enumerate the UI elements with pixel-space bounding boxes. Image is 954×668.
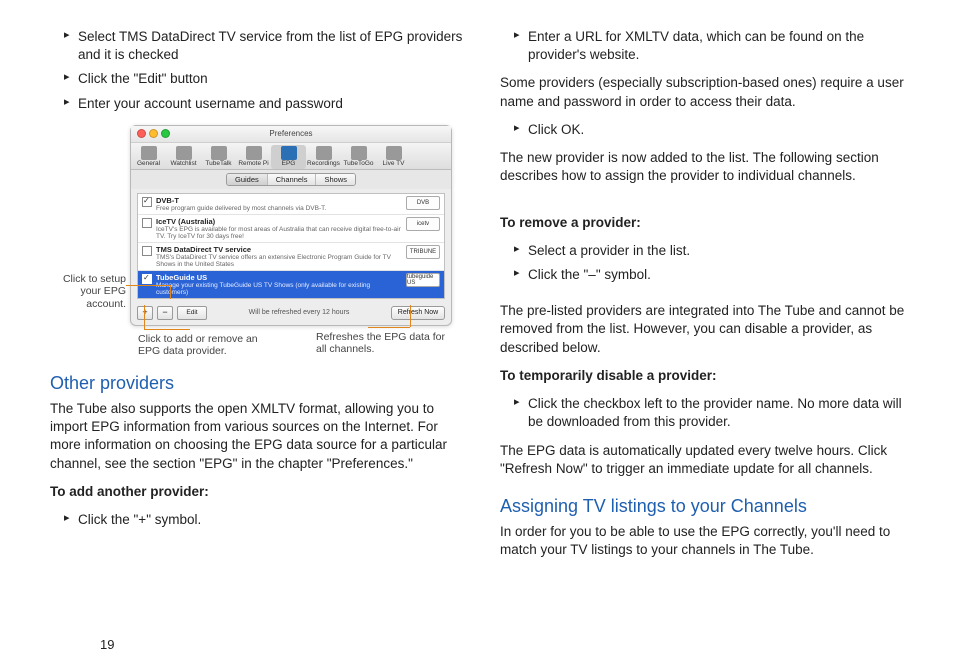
other-providers-body: The Tube also supports the open XMLTV fo…: [50, 400, 464, 473]
toolbar-epg[interactable]: EPG: [271, 145, 306, 169]
refresh-interval-text: Will be refreshed every 12 hours: [211, 309, 387, 316]
disable-bullets: Click the checkbox left to the provider …: [500, 395, 914, 431]
prefs-tabs: Guides Channels Shows: [131, 170, 451, 189]
refresh-now-button[interactable]: Refresh Now: [391, 306, 445, 320]
prefs-titlebar: Preferences: [131, 126, 451, 143]
para-refresh: The EPG data is automatically updated ev…: [500, 442, 914, 478]
toolbar-livetv[interactable]: Live TV: [376, 145, 411, 169]
tab-guides[interactable]: Guides: [227, 174, 268, 185]
prefs-bottom-bar: + − Edit Will be refreshed every 12 hour…: [131, 303, 451, 325]
tab-shows[interactable]: Shows: [316, 174, 355, 185]
provider-badge: DVB: [406, 196, 440, 210]
bullet: Enter your account username and password: [68, 95, 464, 113]
url-bullet: Enter a URL for XMLTV data, which can be…: [500, 28, 914, 64]
toolbar-general[interactable]: General: [131, 145, 166, 169]
callout-add-remove: Click to add or remove an EPG data provi…: [138, 333, 278, 358]
left-column: Select TMS DataDirect TV service from th…: [50, 28, 464, 569]
provider-row[interactable]: TMS DataDirect TV serviceTMS's DataDirec…: [138, 243, 444, 271]
toolbar-remote[interactable]: Remote Pi: [236, 145, 271, 169]
intro-bullets: Select TMS DataDirect TV service from th…: [50, 28, 464, 113]
window-title: Preferences: [131, 129, 451, 138]
remove-provider-button[interactable]: −: [157, 306, 173, 320]
toolbar-tubetogo[interactable]: TubeToGo: [341, 145, 376, 169]
provider-row[interactable]: DVB-TFree program guide delivered by mos…: [138, 194, 444, 215]
bullet: Click the "–" symbol.: [518, 266, 914, 284]
provider-checkbox[interactable]: [142, 218, 152, 228]
ok-bullet: Click OK.: [500, 121, 914, 139]
provider-row[interactable]: IceTV (Australia)IceTV's EPG is availabl…: [138, 215, 444, 243]
bullet: Click OK.: [518, 121, 914, 139]
bullet: Select TMS DataDirect TV service from th…: [68, 28, 464, 64]
disable-provider-heading: To temporarily disable a provider:: [500, 367, 914, 385]
callout-refresh: Refreshes the EPG data for all channels.: [316, 331, 456, 356]
edit-provider-button[interactable]: Edit: [177, 306, 207, 320]
bullet: Click the "+" symbol.: [68, 511, 464, 529]
toolbar-recordings[interactable]: Recordings: [306, 145, 341, 169]
bullet: Click the checkbox left to the provider …: [518, 395, 914, 431]
bullet: Enter a URL for XMLTV data, which can be…: [518, 28, 914, 64]
right-column: Enter a URL for XMLTV data, which can be…: [500, 28, 914, 569]
heading-other-providers: Other providers: [50, 373, 464, 394]
prefs-window: Preferences General Watchlist TubeTalk R…: [130, 125, 452, 326]
provider-list: DVB-TFree program guide delivered by mos…: [137, 193, 445, 299]
bullet: Click the "Edit" button: [68, 70, 464, 88]
bullet: Select a provider in the list.: [518, 242, 914, 260]
provider-badge: TRIBUNE: [406, 245, 440, 259]
add-provider-bullets: Click the "+" symbol.: [50, 511, 464, 529]
page-number: 19: [100, 637, 114, 652]
provider-badge: icetv: [406, 217, 440, 231]
assigning-body: In order for you to be able to use the E…: [500, 523, 914, 559]
remove-provider-heading: To remove a provider:: [500, 214, 914, 232]
remove-bullets: Select a provider in the list. Click the…: [500, 242, 914, 284]
add-provider-button[interactable]: +: [137, 306, 153, 320]
toolbar-tubetalk[interactable]: TubeTalk: [201, 145, 236, 169]
callout-edit: Click to setup your EPG account.: [44, 273, 126, 311]
add-provider-heading: To add another provider:: [50, 483, 464, 501]
prefs-toolbar: General Watchlist TubeTalk Remote Pi EPG…: [131, 143, 451, 170]
provider-badge: tubeguide US: [406, 273, 440, 287]
provider-checkbox[interactable]: [142, 197, 152, 207]
provider-row-selected[interactable]: TubeGuide USManage your existing TubeGui…: [138, 271, 444, 298]
provider-checkbox[interactable]: [142, 246, 152, 256]
preferences-screenshot: Preferences General Watchlist TubeTalk R…: [50, 125, 464, 355]
para-auth: Some providers (especially subscription-…: [500, 74, 914, 110]
provider-checkbox[interactable]: [142, 274, 152, 284]
para-added: The new provider is now added to the lis…: [500, 149, 914, 185]
para-prelisted: The pre-listed providers are integrated …: [500, 302, 914, 357]
heading-assigning: Assigning TV listings to your Channels: [500, 496, 914, 517]
tab-channels[interactable]: Channels: [268, 174, 317, 185]
toolbar-watchlist[interactable]: Watchlist: [166, 145, 201, 169]
